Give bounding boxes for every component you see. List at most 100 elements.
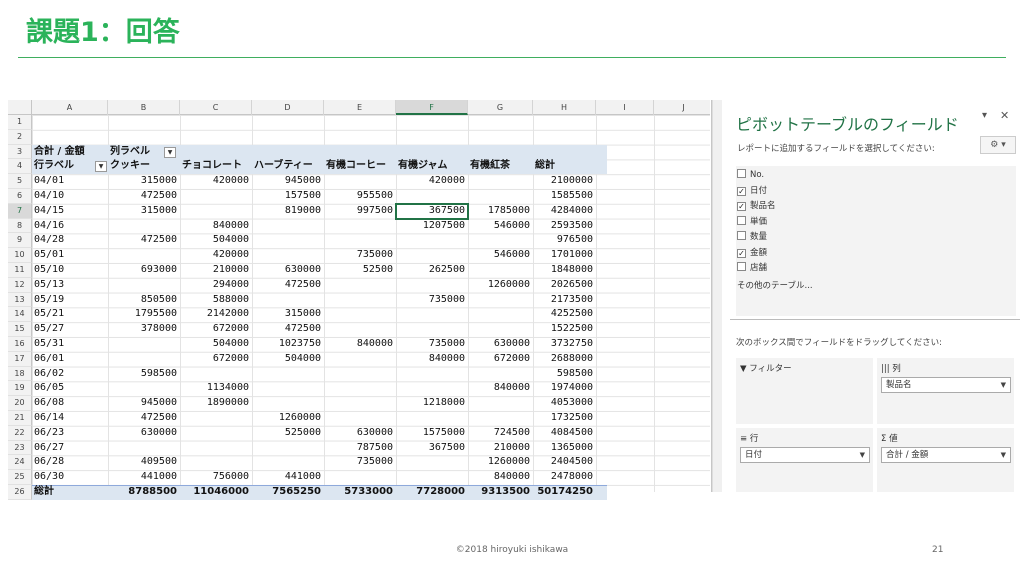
pivot-value-cell[interactable]: 1134000 — [180, 381, 252, 396]
pivot-value-cell[interactable] — [252, 441, 324, 456]
pivot-value-cell[interactable]: 525000 — [252, 426, 324, 441]
row-header-25[interactable]: 25 — [8, 470, 32, 485]
pivot-value-cell[interactable]: 409500 — [108, 455, 180, 470]
pivot-value-cell[interactable]: 441000 — [108, 470, 180, 485]
pivot-value-cell[interactable] — [324, 367, 396, 382]
pivot-value-cell[interactable]: 2173500 — [533, 293, 596, 308]
pivot-value-cell[interactable]: 1732500 — [533, 411, 596, 426]
pivot-value-cell[interactable]: 976500 — [533, 233, 596, 248]
pivot-value-cell[interactable] — [252, 396, 324, 411]
grand-total-cell[interactable]: 5733000 — [324, 485, 396, 500]
pivot-value-cell[interactable] — [396, 278, 468, 293]
pivot-value-cell[interactable] — [396, 455, 468, 470]
pivot-value-cell[interactable]: 472500 — [108, 411, 180, 426]
pivot-value-cell[interactable]: 1890000 — [180, 396, 252, 411]
row-header-26[interactable]: 26 — [8, 485, 32, 500]
pivot-value-cell[interactable]: 840000 — [468, 381, 533, 396]
column-header-g[interactable]: G — [468, 100, 533, 115]
pivot-value-cell[interactable] — [468, 396, 533, 411]
pivot-value-cell[interactable] — [108, 248, 180, 263]
pivot-value-cell[interactable] — [324, 470, 396, 485]
row-header-7[interactable]: 7 — [8, 203, 32, 219]
row-header-12[interactable]: 12 — [8, 277, 32, 293]
pivot-value-cell[interactable] — [468, 322, 533, 337]
pivot-value-cell[interactable] — [396, 411, 468, 426]
pivot-value-cell[interactable] — [180, 367, 252, 382]
pivot-value-cell[interactable]: 672000 — [468, 352, 533, 367]
pivot-value-cell[interactable]: 1848000 — [533, 263, 596, 278]
row-header-5[interactable]: 5 — [8, 174, 32, 189]
pivot-value-cell[interactable]: 1575000 — [396, 426, 468, 441]
pivot-value-cell[interactable] — [324, 322, 396, 337]
pivot-value-cell[interactable] — [468, 411, 533, 426]
checkbox-icon[interactable] — [737, 169, 746, 178]
field-item[interactable]: 店舗 — [737, 261, 767, 276]
pivot-value-cell[interactable]: 157500 — [252, 189, 324, 204]
pivot-value-cell[interactable] — [108, 352, 180, 367]
pivot-value-cell[interactable] — [324, 233, 396, 248]
column-header-h[interactable]: H — [533, 100, 596, 115]
pivot-value-cell[interactable]: 546000 — [468, 219, 533, 234]
pivot-value-cell[interactable] — [468, 367, 533, 382]
pivot-value-cell[interactable] — [324, 411, 396, 426]
pivot-value-cell[interactable]: 210000 — [468, 441, 533, 456]
pivot-value-cell[interactable]: 420000 — [180, 174, 252, 189]
values-field-chip[interactable]: 合計 / 金額 ▼ — [881, 447, 1011, 463]
row-header-11[interactable]: 11 — [8, 263, 32, 278]
pivot-value-cell[interactable]: 1023750 — [252, 337, 324, 352]
row-header-24[interactable]: 24 — [8, 455, 32, 471]
pivot-value-cell[interactable]: 546000 — [468, 248, 533, 263]
checkbox-checked-icon[interactable]: ✓ — [737, 248, 746, 258]
row-header-17[interactable]: 17 — [8, 351, 32, 367]
pivot-value-cell[interactable] — [252, 219, 324, 234]
pivot-value-cell[interactable] — [108, 337, 180, 352]
pivot-value-cell[interactable]: 2404500 — [533, 455, 596, 470]
pivot-value-cell[interactable]: 472500 — [108, 189, 180, 204]
pivot-value-cell[interactable]: 819000 — [252, 204, 324, 219]
grand-total-cell[interactable]: 50174250 — [533, 485, 596, 500]
pivot-value-cell[interactable]: 1365000 — [533, 441, 596, 456]
gear-icon[interactable]: ⚙ ▾ — [980, 136, 1016, 154]
field-item[interactable]: ✓ 製品名 — [737, 199, 776, 214]
select-all-corner[interactable] — [8, 100, 32, 115]
pivot-value-cell[interactable]: 1795500 — [108, 307, 180, 322]
pivot-value-cell[interactable] — [252, 367, 324, 382]
column-header-f[interactable]: F — [396, 100, 468, 115]
column-header-i[interactable]: I — [596, 100, 654, 115]
pivot-value-cell[interactable] — [180, 455, 252, 470]
pivot-value-cell[interactable]: 598500 — [533, 367, 596, 382]
rows-field-chip[interactable]: 日付 ▼ — [740, 447, 870, 463]
pivot-value-cell[interactable] — [396, 367, 468, 382]
pivot-value-cell[interactable]: 693000 — [108, 263, 180, 278]
pivot-value-cell[interactable] — [252, 293, 324, 308]
pivot-value-cell[interactable]: 210000 — [180, 263, 252, 278]
pivot-value-cell[interactable] — [324, 307, 396, 322]
pivot-value-cell[interactable] — [180, 441, 252, 456]
pivot-value-cell[interactable]: 724500 — [468, 426, 533, 441]
dropdown-arrow-icon[interactable]: ▼ — [860, 448, 865, 462]
pivot-value-cell[interactable]: 630000 — [324, 426, 396, 441]
pivot-value-cell[interactable]: 787500 — [324, 441, 396, 456]
pivot-value-cell[interactable]: 1260000 — [468, 278, 533, 293]
pivot-value-cell[interactable] — [108, 219, 180, 234]
pivot-value-cell[interactable]: 850500 — [108, 293, 180, 308]
pivot-value-cell[interactable]: 294000 — [180, 278, 252, 293]
pane-options-icon[interactable]: ▾ — [982, 110, 987, 121]
values-area[interactable]: Σ 値 合計 / 金額 ▼ — [877, 428, 1014, 492]
pivot-value-cell[interactable] — [252, 233, 324, 248]
pivot-value-cell[interactable]: 997500 — [324, 204, 396, 219]
field-item[interactable]: 数量 — [737, 230, 767, 245]
pivot-value-cell[interactable]: 2688000 — [533, 352, 596, 367]
close-icon[interactable]: ✕ — [1000, 109, 1009, 122]
pivot-value-cell[interactable]: 2142000 — [180, 307, 252, 322]
pivot-value-cell[interactable] — [324, 219, 396, 234]
pivot-value-cell[interactable] — [468, 307, 533, 322]
row-header-16[interactable]: 16 — [8, 337, 32, 352]
pivot-value-cell[interactable]: 955500 — [324, 189, 396, 204]
row-header-8[interactable]: 8 — [8, 218, 32, 234]
row-header-6[interactable]: 6 — [8, 189, 32, 204]
pivot-value-cell[interactable]: 1974000 — [533, 381, 596, 396]
pivot-value-cell[interactable] — [252, 455, 324, 470]
pivot-value-cell[interactable]: 4084500 — [533, 426, 596, 441]
column-header-e[interactable]: E — [324, 100, 396, 115]
